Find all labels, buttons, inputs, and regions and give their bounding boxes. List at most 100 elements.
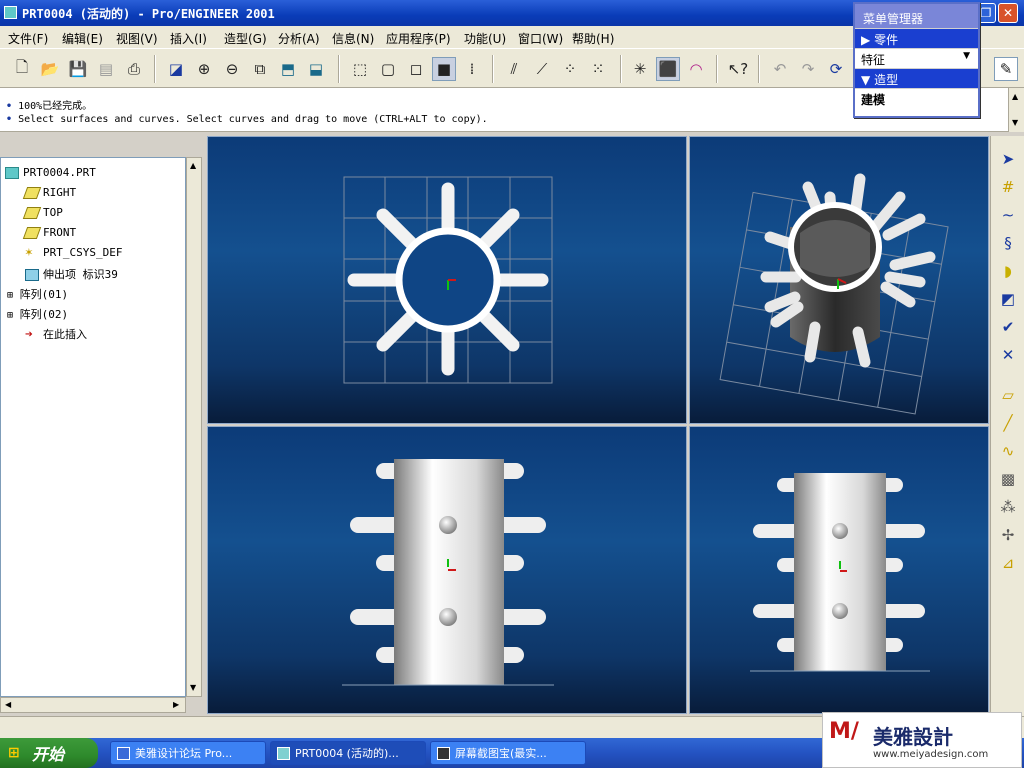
menu-manager-part[interactable]: ▶ 零件 (855, 28, 978, 48)
message-line: • Select surfaces and curves. Select cur… (6, 114, 488, 125)
tree-item-part[interactable]: PRT0004.PRT (5, 166, 96, 179)
tree-item-csys[interactable]: ✶ PRT_CSYS_DEF (25, 246, 122, 259)
toolbar-separator (154, 55, 156, 83)
task-proengineer[interactable]: PRT0004 (活动的)... (270, 741, 426, 765)
select-box-icon[interactable]: ⬛ (656, 57, 680, 81)
shading-icon[interactable]: ■ (432, 57, 456, 81)
tree-item-pattern-2[interactable]: ⊞ 阵列(02) (7, 306, 68, 322)
menu-view[interactable]: 视图(V) (116, 30, 158, 47)
csys-display-icon[interactable]: ⁙ (586, 57, 610, 81)
menu-applications[interactable]: 应用程序(P) (386, 30, 451, 47)
model-isometric-view (719, 173, 949, 415)
menu-edit[interactable]: 编辑(E) (62, 30, 103, 47)
accept-check-icon[interactable]: ✔ (995, 314, 1021, 340)
expand-icon[interactable]: ⊞ (7, 290, 13, 301)
protrusion-icon (25, 269, 39, 281)
datum-curve-tool-icon[interactable]: ∿ (995, 438, 1021, 464)
viewport-top-view[interactable] (207, 136, 687, 424)
spin-center-icon[interactable]: ✳ (628, 57, 652, 81)
orient-icon[interactable]: ⬒ (276, 57, 300, 81)
toolbar-separator (758, 55, 760, 83)
tree-vertical-scrollbar[interactable]: ▲ ▼ (186, 157, 202, 697)
new-file-icon[interactable]: 🗋 (10, 57, 34, 81)
tree-item-protrusion[interactable]: 伸出项 标识39 (25, 266, 118, 282)
datum-planes-icon[interactable]: ⫽ (502, 57, 526, 81)
expand-icon[interactable]: ⊞ (7, 310, 13, 321)
create-surface-icon[interactable]: ◗ (995, 258, 1021, 284)
scroll-down-icon[interactable]: ▼ (1012, 118, 1018, 127)
task-label: 美雅设计论坛 Pro... (135, 747, 233, 760)
sketch-icon[interactable]: ✎ (994, 57, 1018, 81)
tree-item-label: 阵列(01) (19, 288, 69, 301)
menu-manager-build[interactable]: 建模 (855, 88, 978, 108)
open-folder-icon[interactable]: 📂 (38, 57, 62, 81)
viewport-isometric[interactable] (689, 136, 989, 424)
task-forum-browser[interactable]: 美雅设计论坛 Pro... (110, 741, 266, 765)
datum-axis-point-icon[interactable]: ✢ (995, 522, 1021, 548)
proe-icon (277, 747, 290, 760)
start-button[interactable]: ⊞ 开始 (0, 738, 98, 768)
scroll-up-icon[interactable]: ▲ (1012, 92, 1018, 101)
datum-point-tool-icon[interactable]: ▩ (995, 466, 1021, 492)
menu-file[interactable]: 文件(F) (8, 30, 48, 47)
menu-manager-styling[interactable]: ▼ 造型 (855, 68, 978, 88)
model-tree-icon[interactable]: ⁞ (460, 57, 484, 81)
tree-item-right[interactable]: RIGHT (22, 186, 76, 199)
menu-insert[interactable]: 插入(I) (170, 30, 207, 47)
datum-axis-tool-icon[interactable]: ╱ (995, 410, 1021, 436)
tree-item-front[interactable]: FRONT (22, 226, 76, 239)
scroll-left-icon[interactable]: ◀ (5, 700, 11, 709)
dropdown-arrow-icon[interactable]: ▼ (963, 51, 970, 61)
tree-item-top[interactable]: TOP (22, 206, 63, 219)
scroll-up-icon[interactable]: ▲ (190, 161, 196, 170)
datum-axes-icon[interactable]: ⟋ (530, 57, 554, 81)
menu-manager-feature[interactable]: 特征 ▼ (855, 48, 978, 68)
csys-tool-icon[interactable]: ⁂ (995, 494, 1021, 520)
menu-styling[interactable]: 造型(G) (224, 30, 267, 47)
no-hidden-icon[interactable]: ◻ (404, 57, 428, 81)
zoom-in-icon[interactable]: ⊕ (192, 57, 216, 81)
task-screenshot-tool[interactable]: 屏幕截图宝(最实... (430, 741, 586, 765)
saved-views-icon[interactable]: ⬓ (304, 57, 328, 81)
model-front-view (342, 459, 554, 686)
redo-icon[interactable]: ↷ (796, 57, 820, 81)
analysis-tool-icon[interactable]: ⊿ (995, 550, 1021, 576)
scroll-right-icon[interactable]: ▶ (173, 700, 179, 709)
tree-item-pattern-1[interactable]: ⊞ 阵列(01) (7, 286, 68, 302)
select-arrow-icon[interactable]: ➤ (995, 146, 1021, 172)
datum-plane-tool-icon[interactable]: ▱ (995, 382, 1021, 408)
edit-curve-icon[interactable]: § (995, 230, 1021, 256)
save-copy-icon[interactable]: ▤ (94, 57, 118, 81)
menu-analysis[interactable]: 分析(A) (278, 30, 320, 47)
undo-icon[interactable]: ↶ (768, 57, 792, 81)
regenerate-icon[interactable]: ⟳ (824, 57, 848, 81)
wireframe-icon[interactable]: ⬚ (348, 57, 372, 81)
cancel-x-icon[interactable]: ✕ (995, 342, 1021, 368)
menu-manager-build-label: 建模 (861, 93, 886, 107)
print-icon[interactable]: ⎙ (122, 57, 146, 81)
surface-connect-icon[interactable]: ◩ (995, 286, 1021, 312)
viewport-front-view[interactable] (207, 426, 687, 714)
message-scrollbar[interactable]: ▲ ▼ (1008, 88, 1024, 132)
create-curve-icon[interactable]: ∼ (995, 202, 1021, 228)
close-button[interactable]: ✕ (998, 3, 1018, 23)
menu-info[interactable]: 信息(N) (332, 30, 374, 47)
tree-horizontal-scrollbar[interactable]: ◀ ▶ (0, 697, 186, 713)
hidden-line-icon[interactable]: ▢ (376, 57, 400, 81)
zoom-out-icon[interactable]: ⊖ (220, 57, 244, 81)
viewport-side-view[interactable] (689, 426, 989, 714)
refit-icon[interactable]: ⧉ (248, 57, 272, 81)
datum-points-icon[interactable]: ⁘ (558, 57, 582, 81)
set-active-plane-icon[interactable]: # (995, 174, 1021, 200)
menu-help[interactable]: 帮助(H) (572, 30, 614, 47)
tree-item-insert-here[interactable]: ➔ 在此插入 (25, 326, 87, 342)
task-label: PRT0004 (活动的)... (295, 747, 399, 760)
context-help-icon[interactable]: ↖? (726, 57, 750, 81)
save-icon[interactable]: 💾 (66, 57, 90, 81)
repaint-icon[interactable]: ◪ (164, 57, 188, 81)
cursor-orient-icon[interactable]: ◠ (684, 57, 708, 81)
menu-utilities[interactable]: 功能(U) (464, 30, 506, 47)
menu-window[interactable]: 窗口(W) (518, 30, 563, 47)
tree-item-label: 阵列(02) (19, 308, 69, 321)
scroll-down-icon[interactable]: ▼ (190, 683, 196, 692)
